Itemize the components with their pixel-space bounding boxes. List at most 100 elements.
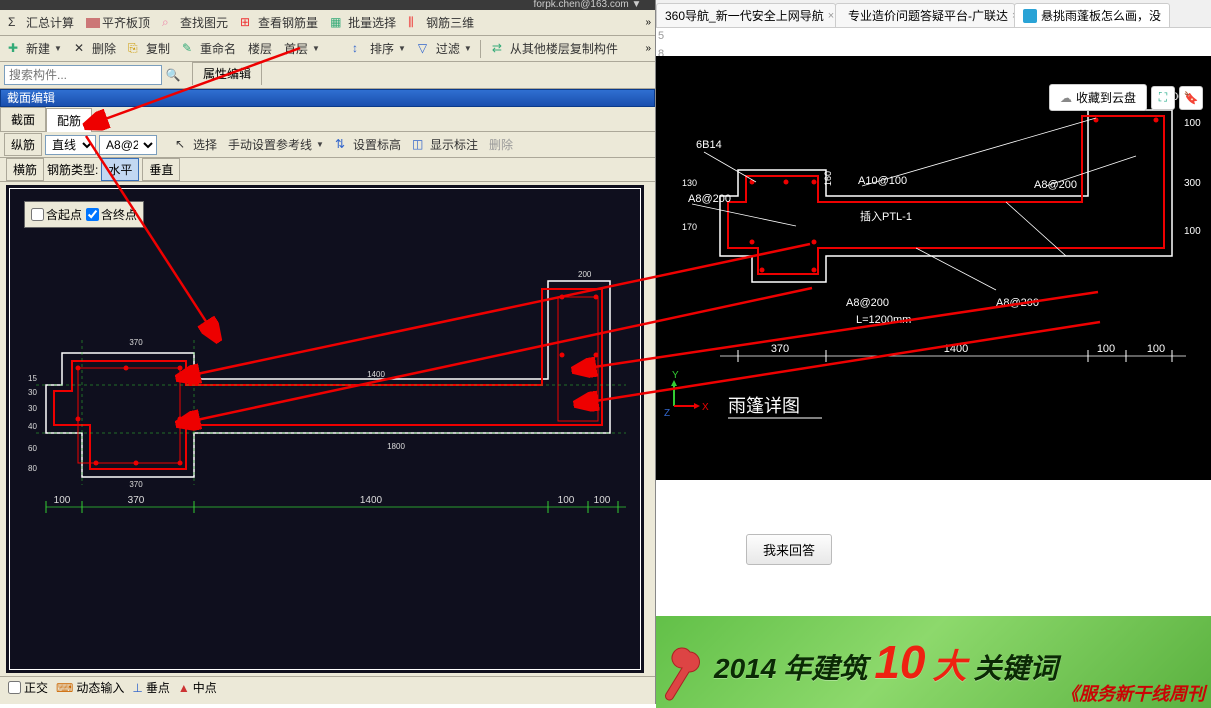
search-icon: 🔍: [166, 68, 181, 82]
tab-rebar[interactable]: 配筋: [46, 108, 92, 132]
favicon-icon: [1023, 9, 1037, 23]
svg-text:雨篷详图: 雨篷详图: [728, 396, 800, 416]
find-icon: ⌕: [162, 15, 178, 31]
del-label: 删除: [92, 40, 116, 57]
rebar-3d-button[interactable]: ⫼钢筋三维: [404, 12, 478, 33]
start-checkbox[interactable]: [31, 208, 44, 221]
include-start-check[interactable]: 含起点: [31, 206, 82, 223]
sort-label: 排序: [370, 40, 394, 57]
svg-text:130: 130: [682, 178, 697, 188]
delete-icon: ✕: [74, 41, 90, 57]
search-input[interactable]: [4, 65, 162, 85]
include-end-check[interactable]: 含终点: [86, 206, 137, 223]
ortho-toggle[interactable]: 正交: [8, 679, 48, 696]
sigma-icon: Σ: [8, 15, 24, 31]
bookmark-button[interactable]: 🔖: [1179, 86, 1203, 110]
vert-toggle[interactable]: 垂直: [142, 158, 180, 181]
reply-button[interactable]: 我来回答: [746, 534, 832, 565]
svg-text:A8@200: A8@200: [846, 297, 889, 309]
wrench-icon: [660, 644, 706, 704]
tab-section[interactable]: 截面: [0, 107, 46, 131]
caret-icon: ▼: [398, 44, 406, 53]
rename-icon: ✎: [182, 41, 198, 57]
svg-text:160: 160: [823, 171, 833, 186]
rename-label: 重命名: [200, 40, 236, 57]
find-map-button[interactable]: ⌕查找图元: [158, 12, 232, 33]
svg-text:80: 80: [28, 464, 37, 473]
svg-text:100: 100: [1147, 343, 1165, 355]
select-tool-button[interactable]: ↖选择: [171, 134, 221, 155]
filter-label: 过滤: [436, 40, 460, 57]
floor-select[interactable]: 首层▼: [280, 38, 324, 59]
line-type-select[interactable]: 直线: [45, 135, 96, 155]
canopy-detail-image: 6B14 A8@200 A10@100 插入PTL-1 A8@200 A8@20…: [656, 56, 1211, 480]
browser-tab-0[interactable]: 360导航_新一代安全上网导航×: [656, 3, 836, 27]
delete-button[interactable]: ✕删除: [70, 38, 120, 59]
banner-subtitle: 《服务新干线周刊: [1061, 680, 1205, 706]
svg-text:370: 370: [771, 343, 789, 355]
filter-button[interactable]: ▽过滤▼: [414, 38, 476, 59]
long-rebar-toggle[interactable]: 纵筋: [4, 133, 42, 156]
expand-button[interactable]: ⛶: [1151, 86, 1175, 110]
svg-text:100: 100: [1184, 226, 1201, 237]
toolbar-row-1: Σ汇总计算 平齐板顶 ⌕查找图元 ⊞查看钢筋量 ▦批量选择 ⫼钢筋三维 »: [0, 10, 655, 36]
svg-text:15: 15: [28, 374, 37, 383]
dynamic-input-button[interactable]: ⌨动态输入: [56, 679, 124, 696]
delete-rebar-button[interactable]: 删除: [485, 134, 517, 155]
show-label-button[interactable]: ◫显示标注: [408, 134, 482, 155]
svg-text:100: 100: [1184, 118, 1201, 129]
ad-banner[interactable]: 2014 年建筑 10 大 关键词 《服务新干线周刊: [656, 616, 1211, 708]
floor-label: 楼层: [244, 38, 276, 59]
section-drawing: 100 370 1400 100 100 370 370 1400 1800 2…: [6, 185, 644, 673]
perp-snap-button[interactable]: ⊥垂点: [132, 679, 169, 696]
cloud-icon: ☁: [1060, 91, 1072, 105]
bookmark-icon: 🔖: [1184, 91, 1199, 105]
rebar3d-icon: ⫼: [408, 15, 424, 31]
sort-button[interactable]: ↕排序▼: [348, 38, 410, 59]
copy-label: 复制: [146, 40, 170, 57]
manual-refline-button[interactable]: 手动设置参考线▼: [224, 134, 328, 155]
svg-text:370: 370: [129, 338, 143, 347]
trans-rebar-toggle[interactable]: 横筋: [6, 158, 44, 181]
svg-text:X: X: [702, 402, 709, 413]
rebar-view-button[interactable]: ⊞查看钢筋量: [236, 12, 322, 33]
svg-text:A10@100: A10@100: [858, 175, 907, 187]
browser-tab-2[interactable]: 悬挑雨蓬板怎么画，没: [1014, 3, 1170, 27]
new-icon: ✚: [8, 41, 24, 57]
findmap-label: 查找图元: [180, 14, 228, 31]
cad-app-panel: forpk.chen@163.com ▼ Σ汇总计算 平齐板顶 ⌕查找图元 ⊞查…: [0, 0, 656, 704]
trans-rebar-toolbar: 横筋 钢筋类型: 水平 垂直: [0, 158, 655, 182]
flat-top-button[interactable]: 平齐板顶: [82, 12, 154, 33]
chevron-more-icon[interactable]: »: [645, 17, 651, 28]
drawing-viewport[interactable]: 含起点 含终点: [6, 185, 644, 673]
new-button[interactable]: ✚新建▼: [4, 38, 66, 59]
svg-text:A8@200: A8@200: [996, 297, 1039, 309]
search-row: 🔍: [0, 62, 655, 89]
rename-button[interactable]: ✎重命名: [178, 38, 240, 59]
chevron-more-icon[interactable]: »: [645, 43, 651, 54]
svg-text:200: 200: [578, 270, 592, 279]
svg-text:100: 100: [1097, 343, 1115, 355]
browser-tabs: 360导航_新一代安全上网导航× 专业造价问题答疑平台-广联达× 悬挑雨蓬板怎么…: [656, 0, 1211, 28]
sum-calc-button[interactable]: Σ汇总计算: [4, 12, 78, 33]
section-edit-titlebar: 截面编辑: [0, 89, 655, 107]
midpoint-snap-button[interactable]: ▲中点: [178, 679, 217, 696]
svg-text:1400: 1400: [367, 370, 385, 379]
save-cloud-button[interactable]: ☁收藏到云盘: [1049, 84, 1147, 111]
svg-text:100: 100: [558, 495, 575, 506]
horiz-toggle[interactable]: 水平: [101, 158, 139, 181]
close-icon[interactable]: ×: [828, 10, 834, 22]
svg-text:300: 300: [1184, 178, 1201, 189]
set-elevation-button[interactable]: ⇅设置标高: [331, 134, 405, 155]
copy-button[interactable]: ⎘复制: [124, 38, 174, 59]
rebarview-label: 查看钢筋量: [258, 14, 318, 31]
copy-from-floor-button[interactable]: ⇄从其他楼层复制构件: [488, 38, 622, 59]
browser-tab-1[interactable]: 专业造价问题答疑平台-广联达×: [835, 3, 1015, 27]
property-edit-tab[interactable]: 属性编辑: [192, 62, 262, 85]
dyn-icon: ⌨: [56, 681, 73, 695]
batch-select-button[interactable]: ▦批量选择: [326, 12, 400, 33]
end-checkbox[interactable]: [86, 208, 99, 221]
search-button[interactable]: 🔍: [164, 66, 182, 84]
rebar-spec-select[interactable]: A8@200: [99, 135, 157, 155]
svg-text:30: 30: [28, 388, 37, 397]
